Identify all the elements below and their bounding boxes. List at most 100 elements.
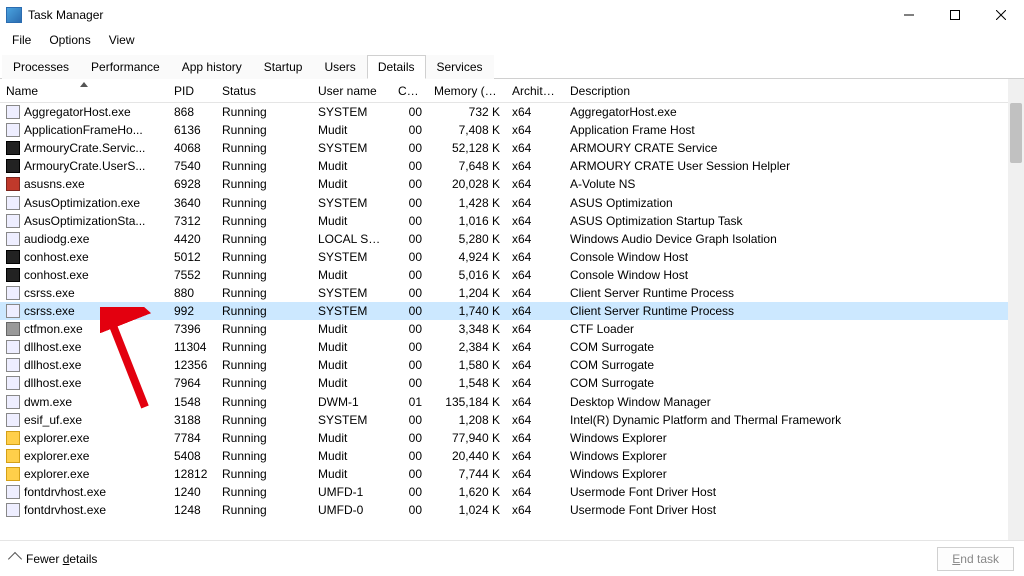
table-row[interactable]: dllhost.exe11304RunningMudit002,384 Kx64…	[0, 338, 1008, 356]
cell-cpu: 00	[392, 447, 428, 465]
cell-name: conhost.exe	[0, 266, 168, 284]
column-header-status[interactable]: Status	[216, 79, 312, 103]
tab-processes[interactable]: Processes	[2, 55, 80, 79]
process-icon	[6, 395, 20, 409]
close-button[interactable]	[978, 0, 1024, 30]
menu-view[interactable]: View	[101, 31, 143, 49]
cell-description: Windows Audio Device Graph Isolation	[564, 230, 1008, 248]
table-row[interactable]: explorer.exe12812RunningMudit007,744 Kx6…	[0, 465, 1008, 483]
cell-user: SYSTEM	[312, 302, 392, 320]
cell-memory: 1,548 K	[428, 374, 506, 392]
end-task-button[interactable]: End task	[937, 547, 1014, 571]
cell-name: csrss.exe	[0, 284, 168, 302]
process-icon	[6, 123, 20, 137]
cell-status: Running	[216, 338, 312, 356]
table-row[interactable]: dwm.exe1548RunningDWM-101135,184 Kx64Des…	[0, 393, 1008, 411]
table-row[interactable]: csrss.exe992RunningSYSTEM001,740 Kx64Cli…	[0, 302, 1008, 320]
table-row[interactable]: ArmouryCrate.UserS...7540RunningMudit007…	[0, 157, 1008, 175]
tab-performance[interactable]: Performance	[80, 55, 171, 79]
table-row[interactable]: ApplicationFrameHo...6136RunningMudit007…	[0, 121, 1008, 139]
cell-memory: 5,016 K	[428, 266, 506, 284]
process-icon	[6, 177, 20, 191]
cell-cpu: 01	[392, 393, 428, 411]
table-row[interactable]: csrss.exe880RunningSYSTEM001,204 Kx64Cli…	[0, 284, 1008, 302]
cell-user: LOCAL SE...	[312, 230, 392, 248]
table-row[interactable]: explorer.exe5408RunningMudit0020,440 Kx6…	[0, 447, 1008, 465]
cell-arch: x64	[506, 248, 564, 266]
cell-cpu: 00	[392, 501, 428, 519]
table-row[interactable]: ArmouryCrate.Servic...4068RunningSYSTEM0…	[0, 139, 1008, 157]
cell-pid: 3640	[168, 194, 216, 212]
cell-memory: 3,348 K	[428, 320, 506, 338]
column-header-user-name[interactable]: User name	[312, 79, 392, 103]
table-row[interactable]: dllhost.exe7964RunningMudit001,548 Kx64C…	[0, 374, 1008, 392]
process-icon	[6, 286, 20, 300]
tab-app-history[interactable]: App history	[171, 55, 253, 79]
tab-services[interactable]: Services	[426, 55, 494, 79]
cell-pid: 5012	[168, 248, 216, 266]
cell-pid: 7540	[168, 157, 216, 175]
cell-name: dwm.exe	[0, 393, 168, 411]
tab-details[interactable]: Details	[367, 55, 426, 79]
menu-file[interactable]: File	[4, 31, 39, 49]
cell-pid: 6928	[168, 175, 216, 193]
cell-cpu: 00	[392, 212, 428, 230]
cell-status: Running	[216, 175, 312, 193]
app-icon	[6, 7, 22, 23]
column-header-pid[interactable]: PID	[168, 79, 216, 103]
cell-status: Running	[216, 465, 312, 483]
maximize-button[interactable]	[932, 0, 978, 30]
cell-arch: x64	[506, 356, 564, 374]
cell-cpu: 00	[392, 320, 428, 338]
cell-status: Running	[216, 447, 312, 465]
cell-memory: 4,924 K	[428, 248, 506, 266]
cell-description: Client Server Runtime Process	[564, 284, 1008, 302]
cell-status: Running	[216, 284, 312, 302]
cell-description: Usermode Font Driver Host	[564, 501, 1008, 519]
table-row[interactable]: fontdrvhost.exe1248RunningUMFD-0001,024 …	[0, 501, 1008, 519]
cell-user: Mudit	[312, 338, 392, 356]
table-row[interactable]: fontdrvhost.exe1240RunningUMFD-1001,620 …	[0, 483, 1008, 501]
cell-status: Running	[216, 230, 312, 248]
table-row[interactable]: conhost.exe5012RunningSYSTEM004,924 Kx64…	[0, 248, 1008, 266]
cell-description: A-Volute NS	[564, 175, 1008, 193]
column-header-memory-a-[interactable]: Memory (a...	[428, 79, 506, 103]
vertical-scrollbar[interactable]	[1008, 79, 1024, 541]
fewer-details-button[interactable]: Fewer details	[10, 552, 97, 566]
table-row[interactable]: ctfmon.exe7396RunningMudit003,348 Kx64CT…	[0, 320, 1008, 338]
cell-status: Running	[216, 320, 312, 338]
cell-cpu: 00	[392, 374, 428, 392]
minimize-button[interactable]	[886, 0, 932, 30]
cell-cpu: 00	[392, 338, 428, 356]
process-icon	[6, 467, 20, 481]
table-row[interactable]: AsusOptimization.exe3640RunningSYSTEM001…	[0, 193, 1008, 211]
cell-description: AggregatorHost.exe	[564, 103, 1008, 121]
cell-arch: x64	[506, 320, 564, 338]
cell-user: Mudit	[312, 447, 392, 465]
window-title: Task Manager	[28, 8, 103, 22]
menu-options[interactable]: Options	[41, 31, 98, 49]
menubar: File Options View	[0, 30, 1024, 50]
tab-startup[interactable]: Startup	[253, 55, 314, 79]
table-row[interactable]: AggregatorHost.exe868RunningSYSTEM00732 …	[0, 103, 1008, 121]
cell-cpu: 00	[392, 194, 428, 212]
tab-users[interactable]: Users	[313, 55, 366, 79]
cell-user: Mudit	[312, 175, 392, 193]
scrollbar-thumb[interactable]	[1010, 103, 1022, 163]
cell-description: ASUS Optimization	[564, 194, 1008, 212]
process-icon	[6, 304, 20, 318]
column-header-cpu[interactable]: CPU	[392, 79, 428, 103]
cell-pid: 3188	[168, 411, 216, 429]
cell-memory: 1,620 K	[428, 483, 506, 501]
table-row[interactable]: audiodg.exe4420RunningLOCAL SE...005,280…	[0, 230, 1008, 248]
column-header-archite-[interactable]: Archite...	[506, 79, 564, 103]
table-row[interactable]: conhost.exe7552RunningMudit005,016 Kx64C…	[0, 266, 1008, 284]
cell-pid: 880	[168, 284, 216, 302]
column-header-name[interactable]: Name	[0, 79, 168, 103]
column-header-description[interactable]: Description	[564, 79, 1008, 103]
table-row[interactable]: esif_uf.exe3188RunningSYSTEM001,208 Kx64…	[0, 411, 1008, 429]
table-row[interactable]: AsusOptimizationSta...7312RunningMudit00…	[0, 212, 1008, 230]
table-row[interactable]: dllhost.exe12356RunningMudit001,580 Kx64…	[0, 356, 1008, 374]
table-row[interactable]: asusns.exe6928RunningMudit0020,028 Kx64A…	[0, 175, 1008, 193]
table-row[interactable]: explorer.exe7784RunningMudit0077,940 Kx6…	[0, 429, 1008, 447]
